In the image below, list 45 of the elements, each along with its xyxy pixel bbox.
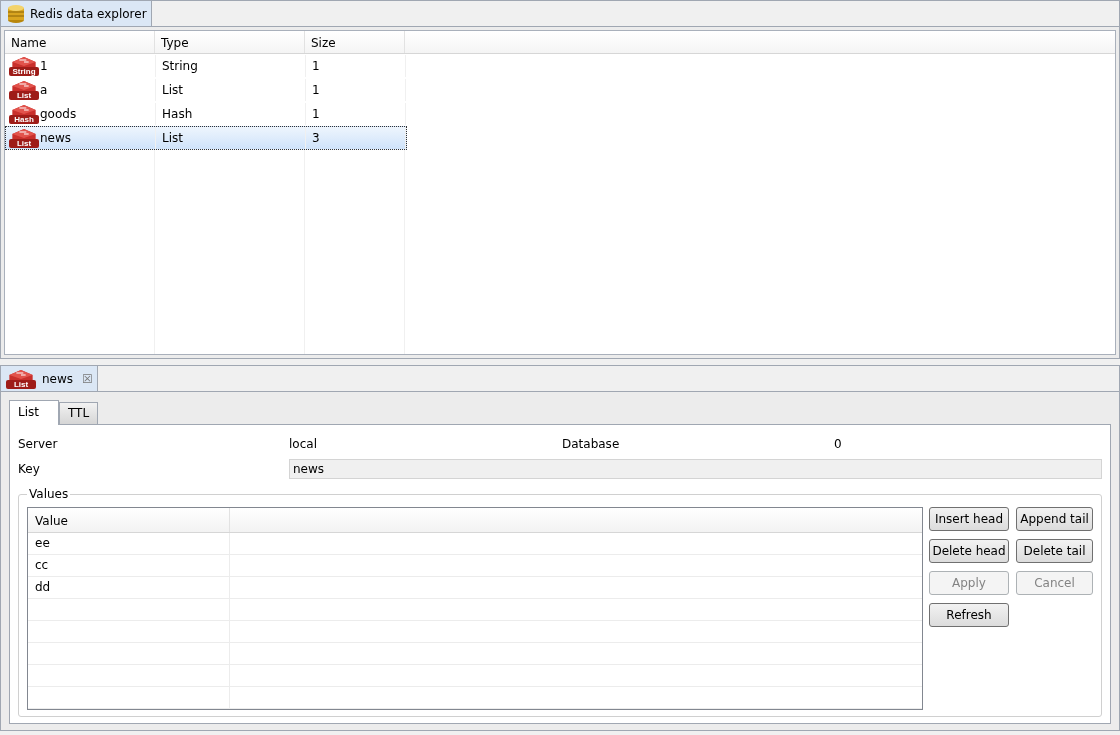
redis-cube-icon: List [7,368,35,389]
database-icon [7,3,25,24]
redis-cube-icon: Hash [10,104,38,124]
table-cell: 1 [312,59,320,73]
action-button[interactable]: Delete tail [1016,539,1093,563]
action-button[interactable]: Append tail [1016,507,1093,531]
table-cell: 1 [312,107,320,121]
column-header[interactable]: Type [155,31,305,53]
database-value: 0 [834,436,842,451]
key-row[interactable]: String 1 String 1 [5,54,407,78]
table-cell: 1 [40,59,48,73]
table-cell: goods [40,107,77,121]
table-cell: dd [35,580,51,594]
redis-cube-icon: List [10,80,38,100]
table-cell: String [162,59,198,73]
tab[interactable]: List [9,400,59,425]
table-cell: news [40,131,72,145]
table-cell: cc [35,558,49,572]
action-button[interactable]: Delete head [929,539,1009,563]
server-value: local [289,436,318,451]
field-label: Key [18,461,41,476]
group-title: Values [28,487,70,501]
action-button[interactable]: Refresh [929,603,1009,627]
table-cell: 3 [312,131,320,145]
close-icon[interactable]: ☒ [82,371,93,386]
key-row[interactable]: List news List 3 [5,126,407,150]
table-cell: Hash [162,107,193,121]
key-row[interactable]: List a List 1 [5,78,407,102]
view-tab[interactable]: Redis data explorer [1,1,152,26]
key-row[interactable]: Hash goods Hash 1 [5,102,407,126]
key-field[interactable]: news [289,458,1102,479]
table-cell: List [162,131,183,145]
field-label: Database [562,436,621,451]
column-header[interactable]: Name [5,31,155,53]
table-cell: List [162,83,183,97]
table-cell: a [40,83,48,97]
tab[interactable]: TTL [59,402,99,424]
action-button[interactable]: Insert head [929,507,1009,531]
table-cell: 1 [312,83,320,97]
editor-tab[interactable]: List news ☒ [1,366,98,391]
redis-cube-icon: String [10,56,38,76]
redis-cube-icon: List [10,128,38,148]
field-label: Server [18,436,59,451]
column-header[interactable]: Size [305,31,405,53]
table-cell: ee [35,536,50,550]
